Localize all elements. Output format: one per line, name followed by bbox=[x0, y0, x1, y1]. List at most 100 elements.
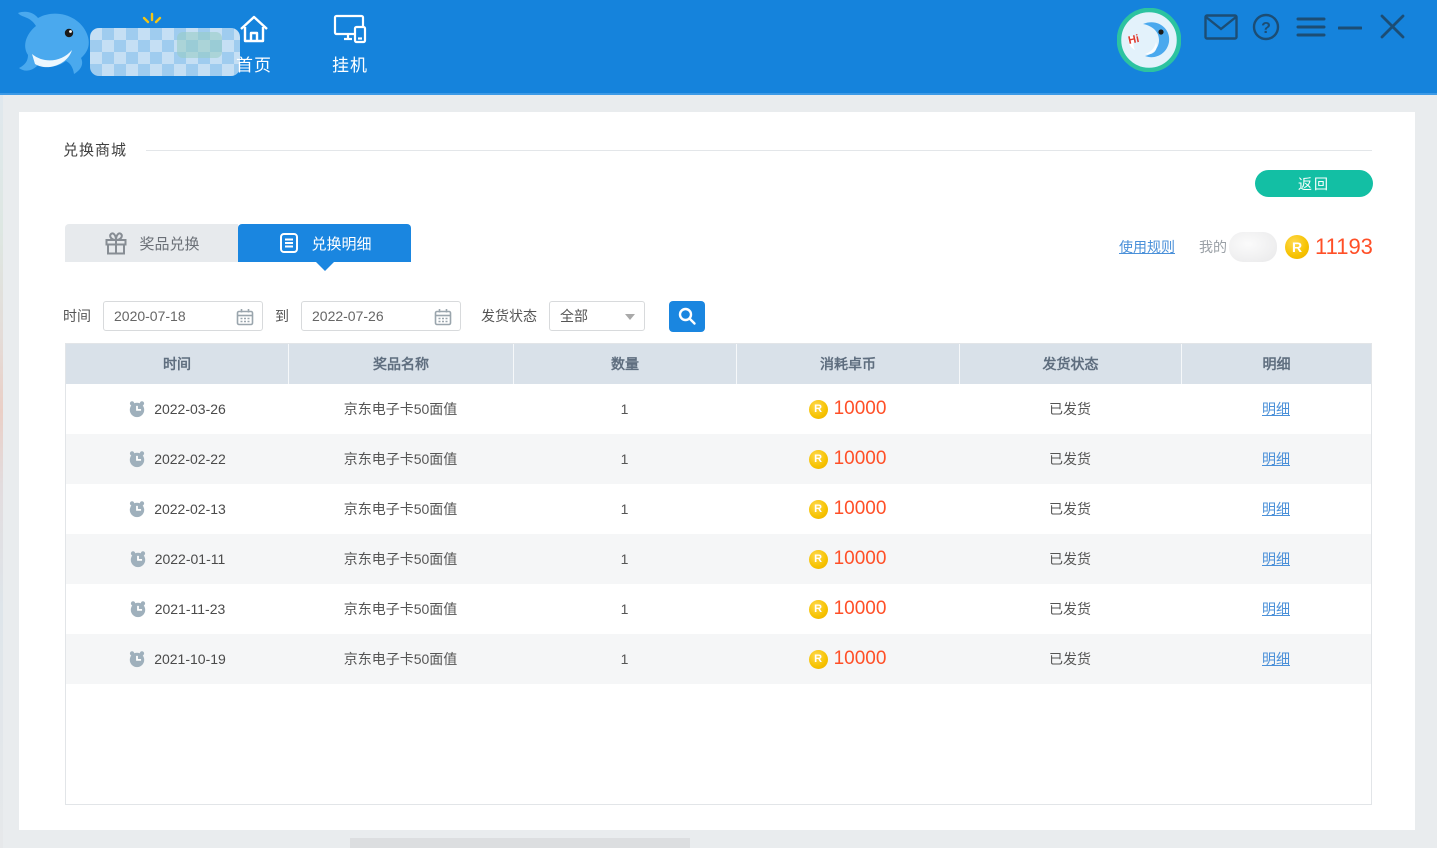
row-prize: 京东电子卡50面值 bbox=[288, 434, 513, 484]
header-detail: 明细 bbox=[1181, 344, 1371, 384]
nav-item-idle[interactable]: 挂机 bbox=[314, 12, 386, 76]
row-detail-link[interactable]: 明细 bbox=[1262, 499, 1290, 519]
coin-icon: R bbox=[809, 650, 828, 669]
row-date: 2021-11-23 bbox=[155, 601, 226, 617]
row-detail-link[interactable]: 明细 bbox=[1262, 599, 1290, 619]
background-window-edge bbox=[0, 95, 3, 848]
close-button[interactable] bbox=[1379, 13, 1406, 40]
table-row: 2021-10-19 京东电子卡50面值 1 R10000 已发货 明细 bbox=[66, 634, 1371, 684]
coin-icon: R bbox=[809, 450, 828, 469]
date-from-input[interactable] bbox=[104, 302, 222, 330]
main-nav: 首页 挂机 bbox=[218, 12, 386, 76]
filter-bar: 时间 到 bbox=[63, 300, 705, 332]
nav-item-home[interactable]: 首页 bbox=[218, 12, 290, 76]
row-prize: 京东电子卡50面值 bbox=[288, 484, 513, 534]
coin-icon: R bbox=[809, 550, 828, 569]
row-detail-link[interactable]: 明细 bbox=[1262, 549, 1290, 569]
date-to-field[interactable] bbox=[301, 301, 461, 331]
row-date: 2022-02-13 bbox=[154, 501, 226, 517]
row-cost: 10000 bbox=[834, 548, 887, 570]
coin-icon: R bbox=[809, 400, 828, 419]
title-divider bbox=[146, 150, 1372, 151]
tab-prize-exchange[interactable]: 奖品兑换 bbox=[65, 224, 238, 262]
status-select-value: 全部 bbox=[560, 308, 588, 324]
header-quantity: 数量 bbox=[513, 344, 736, 384]
calendar-icon[interactable] bbox=[434, 308, 452, 331]
list-icon bbox=[277, 231, 301, 255]
user-avatar[interactable]: Hi bbox=[1117, 8, 1181, 72]
row-status: 已发货 bbox=[959, 384, 1181, 434]
table-row: 2022-01-11 京东电子卡50面值 1 R10000 已发货 明细 bbox=[66, 534, 1371, 584]
nav-label-idle: 挂机 bbox=[332, 51, 368, 76]
nav-label-home: 首页 bbox=[236, 51, 272, 76]
status-select[interactable]: 全部 bbox=[549, 301, 645, 331]
row-cost: 10000 bbox=[834, 598, 887, 620]
row-cost: 10000 bbox=[834, 648, 887, 670]
row-detail-link[interactable]: 明细 bbox=[1262, 449, 1290, 469]
balance-amount: 11193 bbox=[1315, 234, 1373, 260]
row-status: 已发货 bbox=[959, 584, 1181, 634]
home-icon bbox=[236, 12, 272, 46]
date-to-input[interactable] bbox=[302, 302, 420, 330]
row-detail-link[interactable]: 明细 bbox=[1262, 399, 1290, 419]
search-icon bbox=[677, 306, 697, 326]
sparkle-icon bbox=[140, 12, 164, 32]
table-header: 时间 奖品名称 数量 消耗卓币 发货状态 明细 bbox=[66, 344, 1371, 384]
coin-icon: R bbox=[809, 600, 828, 619]
clock-icon bbox=[128, 450, 146, 468]
coin-icon: R bbox=[1285, 235, 1309, 259]
row-status: 已发货 bbox=[959, 534, 1181, 584]
balance-prefix: 我的 bbox=[1199, 237, 1227, 257]
row-qty: 1 bbox=[513, 434, 736, 484]
dolphin-logo-icon bbox=[12, 6, 96, 90]
usage-rules-link[interactable]: 使用规则 bbox=[1119, 237, 1175, 257]
row-qty: 1 bbox=[513, 584, 736, 634]
row-date: 2021-10-19 bbox=[154, 651, 226, 667]
clock-icon bbox=[128, 400, 146, 418]
header-coins-spent: 消耗卓币 bbox=[736, 344, 959, 384]
row-cost: 10000 bbox=[834, 448, 887, 470]
row-qty: 1 bbox=[513, 534, 736, 584]
row-date: 2022-03-26 bbox=[154, 401, 226, 417]
search-button[interactable] bbox=[669, 301, 705, 332]
row-status: 已发货 bbox=[959, 434, 1181, 484]
row-prize: 京东电子卡50面值 bbox=[288, 384, 513, 434]
row-qty: 1 bbox=[513, 484, 736, 534]
calendar-icon[interactable] bbox=[236, 308, 254, 331]
header-shipping-status: 发货状态 bbox=[959, 344, 1181, 384]
active-tab-pointer bbox=[316, 262, 334, 271]
background-taskbar-edge bbox=[350, 838, 690, 848]
table-row: 2022-02-22 京东电子卡50面值 1 R 10000 已发货 明细 bbox=[66, 434, 1371, 484]
exchange-table: 时间 奖品名称 数量 消耗卓币 发货状态 明细 2022-03-26 京东电子卡… bbox=[65, 343, 1372, 805]
header-time: 时间 bbox=[66, 344, 288, 384]
row-qty: 1 bbox=[513, 634, 736, 684]
row-cost: 10000 bbox=[834, 498, 887, 520]
row-detail-link[interactable]: 明细 bbox=[1262, 649, 1290, 669]
mail-icon[interactable] bbox=[1204, 14, 1238, 40]
back-button[interactable]: 返回 bbox=[1255, 170, 1373, 197]
date-from-field[interactable] bbox=[103, 301, 263, 331]
row-prize: 京东电子卡50面值 bbox=[288, 584, 513, 634]
minimize-button[interactable] bbox=[1338, 25, 1362, 31]
gift-icon bbox=[103, 230, 129, 256]
clock-icon bbox=[128, 500, 146, 518]
monitor-phone-icon bbox=[332, 12, 368, 46]
menu-icon[interactable] bbox=[1296, 15, 1326, 39]
clock-icon bbox=[128, 650, 146, 668]
tab-exchange-details[interactable]: 兑换明细 bbox=[238, 224, 411, 262]
app-window: 首页 挂机 Hi bbox=[0, 0, 1437, 848]
row-date: 2022-02-22 bbox=[154, 451, 226, 467]
blurred-currency-name bbox=[1229, 232, 1277, 262]
clock-icon bbox=[129, 550, 147, 568]
tab-label: 兑换明细 bbox=[311, 233, 371, 254]
row-prize: 京东电子卡50面值 bbox=[288, 534, 513, 584]
content-panel: 兑换商城 返回 奖品兑换 bbox=[19, 112, 1415, 830]
table-row: 2022-03-26 京东电子卡50面值 1 R10000 已发货 明细 bbox=[66, 384, 1371, 434]
row-cost: 10000 bbox=[834, 398, 887, 420]
tab-bar: 奖品兑换 兑换明细 bbox=[65, 224, 411, 262]
svg-text:?: ? bbox=[1261, 20, 1271, 37]
table-row: 2021-11-23 京东电子卡50面值 1 R 10000 已发货 明细 bbox=[66, 584, 1371, 634]
clock-icon bbox=[129, 600, 147, 618]
table-row: 2022-02-13 京东电子卡50面值 1 R10000 已发货 明细 bbox=[66, 484, 1371, 534]
help-icon[interactable]: ? bbox=[1252, 13, 1280, 41]
